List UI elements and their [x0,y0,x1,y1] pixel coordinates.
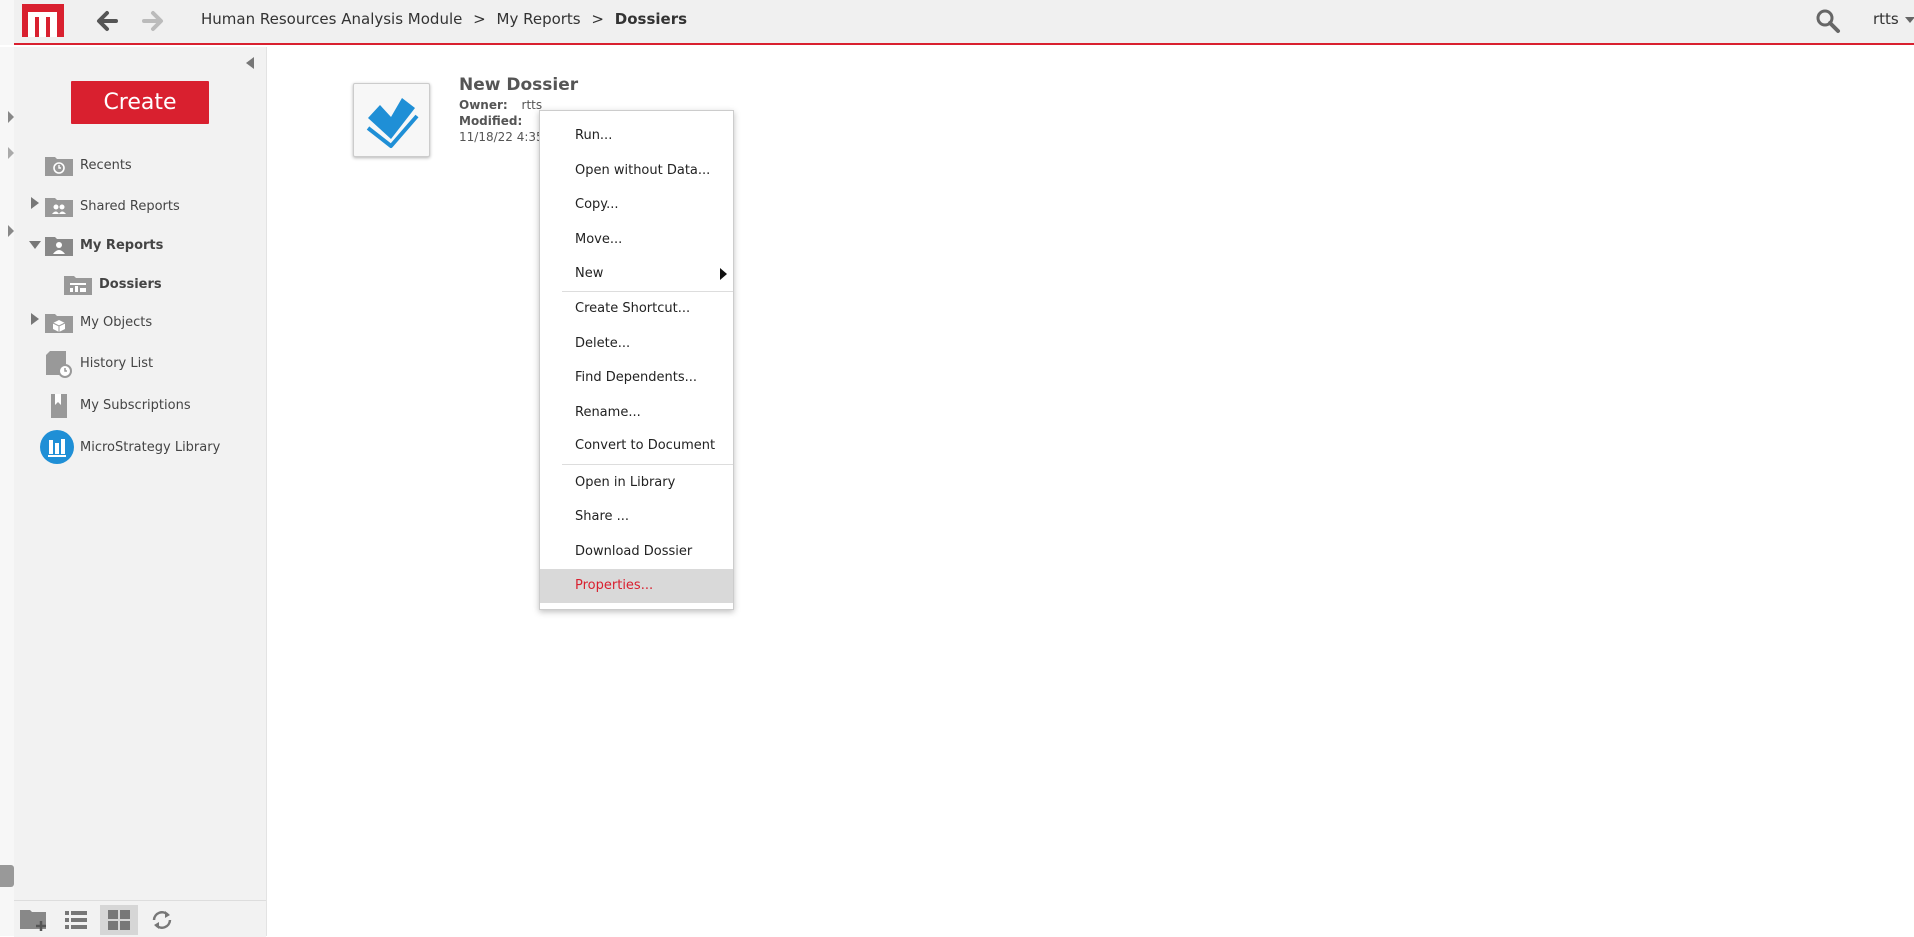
breadcrumb-my-reports[interactable]: My Reports [497,10,581,28]
recents-folder-icon [44,153,74,177]
menu-item-label: Download Dossier [575,544,693,559]
breadcrumb-root[interactable]: Human Resources Analysis Module [201,10,462,28]
menu-item-run[interactable]: Run... [540,119,733,153]
sidebar-item-label: Recents [80,157,132,173]
menu-item-rename[interactable]: Rename... [540,396,733,430]
dossier-folder-icon [63,272,93,296]
dossier-modified-label: Modified: [459,114,522,128]
logo-icon[interactable] [22,4,64,37]
menu-item-new[interactable]: New [540,257,733,291]
refresh-icon[interactable] [146,905,178,935]
menu-item-convert-to-document[interactable]: Convert to Document [540,429,733,463]
caret-down-icon [1904,16,1914,23]
dossier-modified-date: 11/18/22 4:35 [459,130,541,144]
menu-item-label: Run... [575,128,613,143]
user-menu[interactable]: rtts [1873,10,1914,28]
back-arrow-icon[interactable] [92,6,122,36]
menu-item-delete[interactable]: Delete... [540,327,733,361]
menu-item-label: Open without Data... [575,163,711,178]
menu-item-copy[interactable]: Copy... [540,188,733,222]
menu-separator [562,464,733,465]
new-folder-icon[interactable] [18,905,50,935]
search-icon[interactable] [1814,7,1842,35]
menu-item-label: Convert to Document [575,438,716,453]
sidebar-item-shared-reports[interactable]: Shared Reports [44,191,180,221]
sidebar-item-recents[interactable]: Recents [44,150,132,180]
dossier-icon [366,98,419,148]
menu-item-open-in-library[interactable]: Open in Library [540,466,733,500]
menu-item-open-without-data[interactable]: Open without Data... [540,154,733,188]
top-bar: Human Resources Analysis Module > My Rep… [0,0,1914,45]
menu-item-find-dependents[interactable]: Find Dependents... [540,361,733,395]
sidebar: Create Recents Shared Reports My Reports… [14,47,267,936]
collapse-my-reports-icon[interactable] [29,241,41,249]
sidebar-item-dossiers[interactable]: Dossiers [63,269,162,299]
sidebar-item-history-list[interactable]: History List [44,348,153,378]
top-left-strip [0,0,14,45]
objects-folder-icon [44,310,74,334]
dossier-thumbnail[interactable] [353,83,430,157]
menu-item-create-shortcut[interactable]: Create Shortcut... [540,292,733,326]
user-name: rtts [1873,10,1899,28]
collapse-sidebar-icon[interactable] [246,57,254,69]
expand-shared-reports-icon[interactable] [31,197,39,209]
shared-folder-icon [44,194,74,218]
sidebar-item-label: MicroStrategy Library [80,439,221,455]
history-list-icon [44,351,74,378]
dossier-title[interactable]: New Dossier [459,75,578,95]
breadcrumb-separator: > [591,10,604,28]
menu-item-label: Open in Library [575,475,676,490]
menu-item-label: Move... [575,232,623,247]
sidebar-item-label: My Reports [80,237,164,253]
subscriptions-icon [44,393,74,418]
menu-item-label: New [575,266,604,281]
icon-view-icon[interactable] [100,905,138,935]
owner-label: Owner: [459,98,508,112]
sidebar-item-my-subscriptions[interactable]: My Subscriptions [44,390,191,420]
sidebar-item-microstrategy-library[interactable]: MicroStrategy Library [40,430,221,464]
sidebar-item-label: My Subscriptions [80,397,191,413]
menu-item-properties[interactable]: Properties... [540,569,733,603]
menu-item-label: Create Shortcut... [575,301,691,316]
breadcrumb-separator: > [473,10,486,28]
list-view-icon[interactable] [60,905,92,935]
menu-item-move[interactable]: Move... [540,223,733,257]
expand-my-objects-icon[interactable] [31,313,39,325]
user-folder-icon [44,233,74,257]
dossier-owner: Owner: rtts [459,98,542,112]
rail-folder-icon[interactable] [0,865,14,887]
breadcrumb: Human Resources Analysis Module > My Rep… [201,10,687,28]
context-menu: Run... Open without Data... Copy... Move… [539,110,734,610]
menu-item-label: Find Dependents... [575,370,698,385]
menu-item-label: Share ... [575,509,630,524]
sidebar-item-label: Dossiers [99,276,162,292]
menu-item-download-dossier[interactable]: Download Dossier [540,535,733,569]
menu-item-share[interactable]: Share ... [540,500,733,534]
library-icon [40,430,74,464]
sidebar-item-my-objects[interactable]: My Objects [44,307,152,337]
modified-label: Modified: [459,114,523,128]
menu-item-label: Delete... [575,336,631,351]
sidebar-item-my-reports[interactable]: My Reports [44,230,163,260]
breadcrumb-current: Dossiers [614,10,688,28]
forward-arrow-icon[interactable] [138,6,168,36]
sidebar-item-label: History List [80,355,154,371]
menu-item-label: Properties... [575,578,654,593]
sidebar-item-label: My Objects [80,314,153,330]
menu-item-label: Copy... [575,197,619,212]
sidebar-item-label: Shared Reports [80,198,180,214]
menu-item-label: Rename... [575,405,641,420]
submenu-arrow-icon [720,268,727,280]
sidebar-bottom-toolbar [14,900,266,937]
left-rail [0,47,14,936]
create-button[interactable]: Create [71,81,209,124]
